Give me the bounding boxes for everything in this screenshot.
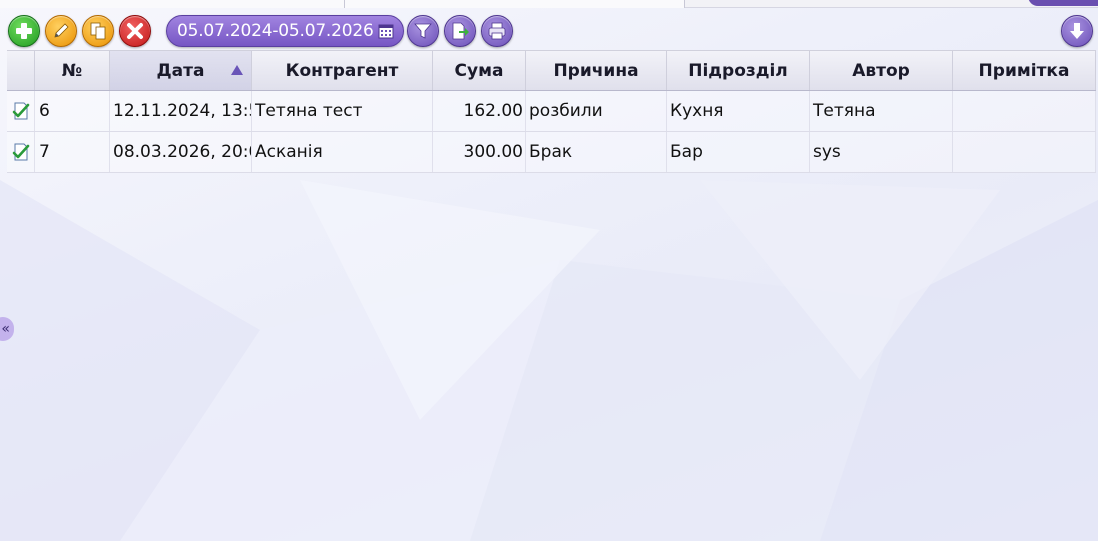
column-header-department[interactable]: Підрозділ <box>667 51 810 90</box>
table-row[interactable]: 7 08.03.2026, 20:0 Асканія 300.00 Брак Б… <box>7 132 1096 173</box>
cell-author: Тетяна <box>810 91 953 131</box>
cell-number: 7 <box>35 132 110 172</box>
calendar-icon[interactable] <box>377 22 395 40</box>
delete-button[interactable] <box>119 15 151 47</box>
print-icon <box>488 22 506 40</box>
print-button[interactable] <box>481 15 513 47</box>
cell-reason: Брак <box>526 132 667 172</box>
column-header-status[interactable] <box>7 51 35 90</box>
cell-date: 08.03.2026, 20:0 <box>110 132 252 172</box>
data-grid: № Дата Контрагент Сума Причина Підрозділ… <box>7 50 1096 173</box>
table-row[interactable]: 6 12.11.2024, 13:5 Тетяна тест 162.00 ро… <box>7 91 1096 132</box>
download-button[interactable] <box>1061 15 1093 47</box>
date-range-text: 05.07.2024-05.07.2026 <box>177 21 374 41</box>
toolbar: 05.07.2024-05.07.2026 <box>0 12 1098 50</box>
document-approved-icon <box>12 143 29 161</box>
row-status-cell <box>7 132 35 172</box>
cell-note <box>953 132 1096 172</box>
tab-segment[interactable] <box>345 0 685 8</box>
sort-ascending-icon <box>231 65 243 75</box>
tab-segment[interactable] <box>0 0 345 8</box>
cell-date: 12.11.2024, 13:5 <box>110 91 252 131</box>
cell-author: sys <box>810 132 953 172</box>
cell-department: Кухня <box>667 91 810 131</box>
column-header-author[interactable]: Автор <box>810 51 953 90</box>
window-top-strip <box>0 0 1098 8</box>
column-header-date-label: Дата <box>156 60 205 81</box>
add-button[interactable] <box>8 15 40 47</box>
column-header-reason[interactable]: Причина <box>526 51 667 90</box>
delete-icon <box>127 23 143 39</box>
date-range-picker[interactable]: 05.07.2024-05.07.2026 <box>166 15 404 47</box>
export-icon <box>452 22 469 40</box>
cell-number: 6 <box>35 91 110 131</box>
cell-contractor: Тетяна тест <box>252 91 433 131</box>
cell-contractor: Асканія <box>252 132 433 172</box>
download-icon <box>1070 23 1084 39</box>
cell-sum: 300.00 <box>433 132 526 172</box>
document-approved-icon <box>12 102 29 120</box>
copy-icon <box>90 22 106 40</box>
column-header-note[interactable]: Примітка <box>953 51 1096 90</box>
filter-icon <box>414 23 432 39</box>
row-status-cell <box>7 91 35 131</box>
grid-header: № Дата Контрагент Сума Причина Підрозділ… <box>7 50 1096 91</box>
column-header-date[interactable]: Дата <box>110 51 252 90</box>
copy-button[interactable] <box>82 15 114 47</box>
cell-note <box>953 91 1096 131</box>
side-panel-toggle[interactable]: « <box>0 317 14 341</box>
column-header-sum[interactable]: Сума <box>433 51 526 90</box>
export-button[interactable] <box>444 15 476 47</box>
column-header-contractor[interactable]: Контрагент <box>252 51 433 90</box>
cell-sum: 162.00 <box>433 91 526 131</box>
cell-reason: розбили <box>526 91 667 131</box>
corner-accent <box>1028 0 1098 6</box>
edit-icon <box>54 23 69 38</box>
add-icon <box>16 23 32 39</box>
cell-department: Бар <box>667 132 810 172</box>
edit-button[interactable] <box>45 15 77 47</box>
filter-button[interactable] <box>407 15 439 47</box>
column-header-number[interactable]: № <box>35 51 110 90</box>
